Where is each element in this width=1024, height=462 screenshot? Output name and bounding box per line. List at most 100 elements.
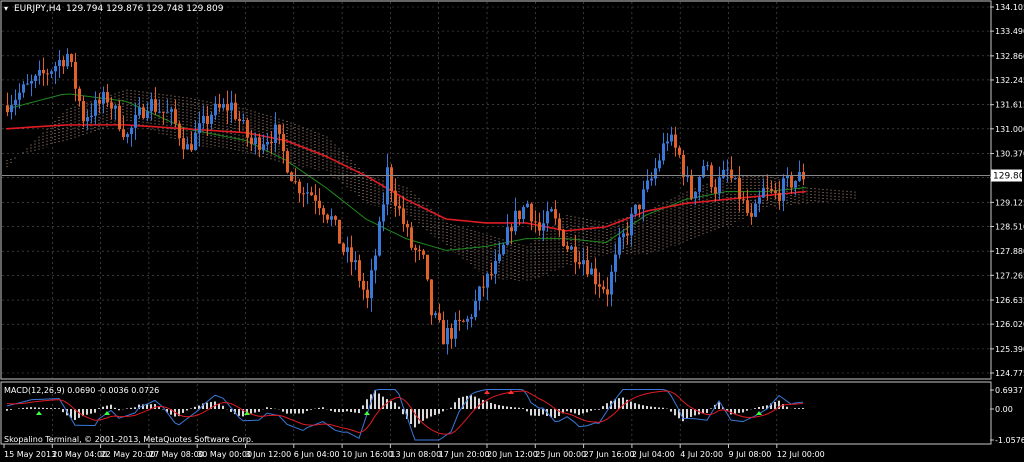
candle-body [766, 187, 769, 189]
candle-body [530, 203, 533, 222]
macd-y-tick-label: 0.00 [995, 405, 1013, 414]
candle-body [266, 141, 269, 145]
candle-body [342, 243, 345, 253]
candle-body [226, 103, 229, 111]
candle-body [158, 111, 161, 113]
candle-body [734, 177, 737, 179]
candle-body [426, 254, 429, 280]
candle-body [666, 141, 669, 144]
candle-body [282, 133, 285, 152]
candle-body [50, 71, 53, 74]
copyright-text: Skopalino Terminal, © 2001-2013, MetaQuo… [4, 435, 253, 444]
candle-body [506, 227, 509, 245]
candle-body [42, 69, 45, 74]
y-tick-label: 128.510 [995, 222, 1024, 231]
candle-body [30, 81, 33, 84]
candle-body [250, 137, 253, 145]
candle-body [210, 115, 213, 124]
candle-body [94, 100, 97, 116]
candle-body [34, 75, 37, 82]
candle-body [650, 178, 653, 181]
candle-body [298, 181, 301, 194]
candle-body [206, 115, 209, 124]
y-tick-label: 125.390 [995, 345, 1024, 354]
candle-body [770, 188, 773, 191]
candle-body [194, 132, 197, 151]
candle-body [346, 247, 349, 253]
macd-axis: 0.6937 0.00 -1.0576 [990, 386, 1024, 445]
candle-body [586, 260, 589, 275]
x-tick-label: 2 Jul 04:00 [632, 450, 675, 459]
candle-body [362, 280, 365, 290]
candle-body [338, 219, 341, 244]
candle-body [18, 92, 21, 100]
candle-body [110, 102, 113, 109]
candle-body [634, 204, 637, 214]
candle-body [62, 60, 65, 67]
price-chart[interactable]: 134.105 133.490 132.860 132.245 131.615 131.0… [0, 0, 1024, 462]
price-axis: 134.105 133.490 132.860 132.245 131.615 131.0… [990, 3, 1024, 378]
candle-body [706, 165, 709, 167]
candle-body [202, 115, 205, 124]
candle-body [738, 177, 741, 200]
candle-body [6, 105, 9, 113]
candle-body [534, 221, 537, 223]
x-tick-label: 9 Jul 08:00 [729, 450, 772, 459]
candle-body [122, 129, 125, 138]
candle-body [130, 127, 133, 135]
y-tick-label: 131.000 [995, 125, 1024, 134]
candle-body [470, 317, 473, 319]
candle-body [386, 167, 389, 205]
candle-body [330, 216, 333, 220]
candle-body [118, 105, 121, 130]
candle-body [474, 300, 477, 318]
candle-body [442, 320, 445, 345]
current-price-label: 129.809 [993, 172, 1024, 182]
candle-body [278, 124, 281, 134]
candle-body [602, 286, 605, 290]
x-tick-label: 4 Jul 20:00 [680, 450, 723, 459]
candle-body [294, 181, 297, 183]
candle-body [162, 111, 165, 113]
macd-signal-arrow [36, 411, 42, 415]
candle-body [314, 195, 317, 201]
candle-body [22, 84, 25, 93]
chart-menu-arrow[interactable]: ▾ [4, 4, 8, 13]
candle-body [398, 205, 401, 209]
candle-body [374, 255, 377, 271]
macd-label: MACD(12,26,9) 0.0690 -0.0036 0.0726 [4, 386, 159, 395]
candle-body [218, 103, 221, 108]
candle-body [522, 207, 525, 220]
candle-body [286, 151, 289, 173]
candle-body [722, 169, 725, 178]
candle-body [482, 286, 485, 288]
candle-body [758, 197, 761, 204]
candle-body [742, 199, 745, 201]
candle-body [798, 172, 801, 181]
candle-body [242, 120, 245, 122]
candle-body [494, 260, 497, 274]
candle-body [410, 227, 413, 248]
macd-y-tick-label: 0.6937 [995, 386, 1023, 395]
candle-body [502, 244, 505, 255]
candle-body [690, 175, 693, 199]
candle-body [642, 189, 645, 210]
x-tick-label: 27 Jun 16:00 [584, 450, 635, 459]
candle-body [518, 210, 521, 220]
candle-body [694, 191, 697, 199]
y-tick-label: 127.265 [995, 271, 1024, 280]
candle-body [254, 137, 257, 145]
chart-window: 134.105 133.490 132.860 132.245 131.615 131.0… [0, 0, 1024, 462]
candle-body [106, 92, 109, 103]
candle-body [466, 318, 469, 322]
time-axis: 15 May 201320 May 04:0022 May 20:0027 Ma… [3, 444, 825, 459]
candle-body [246, 120, 249, 138]
candle-body [174, 109, 177, 124]
y-tick-label: 126.020 [995, 320, 1024, 329]
candle-body [446, 327, 449, 345]
candle-body [258, 137, 261, 150]
candle-body [302, 193, 305, 195]
candle-body [550, 209, 553, 212]
x-tick-label: 30 May 00:00 [197, 450, 252, 459]
y-tick-label: 126.635 [995, 296, 1024, 305]
